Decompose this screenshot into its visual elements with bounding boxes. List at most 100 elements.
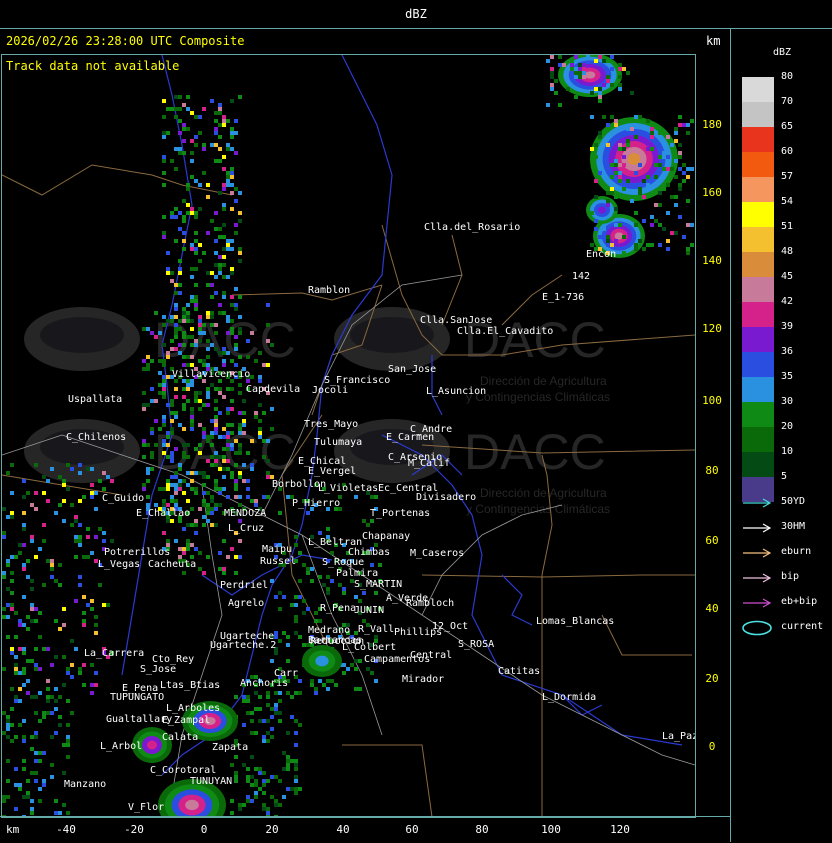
- echo-cell: [270, 715, 274, 719]
- echo-cell: [230, 475, 234, 479]
- echo-cell: [262, 791, 266, 795]
- place-label: Uspallata: [68, 394, 122, 405]
- echo-cell: [46, 711, 50, 715]
- echo-cell: [206, 439, 210, 443]
- echo-cell: [214, 431, 218, 435]
- echo-cell: [14, 807, 18, 811]
- echo-cell: [230, 547, 234, 551]
- echo-cell: [234, 231, 238, 235]
- echo-cell: [190, 159, 194, 163]
- echo-cell: [658, 243, 662, 247]
- echo-cell: [18, 699, 22, 703]
- echo-cell: [170, 107, 174, 111]
- echo-cell: [178, 463, 182, 467]
- echo-cell: [174, 283, 178, 287]
- echo-cell: [682, 171, 686, 175]
- map-canvas[interactable]: DACC DACC Dirección de Agricultura y Con…: [2, 55, 695, 817]
- echo-cell: [206, 511, 210, 515]
- echo-cell: [174, 499, 178, 503]
- echo-cell: [214, 251, 218, 255]
- echo-cell: [22, 567, 26, 571]
- echo-cell: [610, 115, 614, 119]
- echo-cell: [258, 695, 262, 699]
- echo-cell: [182, 319, 186, 323]
- echo-cell: [162, 487, 166, 491]
- echo-cell: [214, 131, 218, 135]
- echo-core: [584, 71, 596, 79]
- place-label: S_Jose: [140, 664, 176, 675]
- echo-cell: [174, 475, 178, 479]
- echo-cell: [226, 387, 230, 391]
- echo-cell: [314, 611, 318, 615]
- echo-cell: [86, 555, 90, 559]
- echo-cell: [326, 679, 330, 683]
- echo-cell: [210, 511, 214, 515]
- echo-cell: [658, 191, 662, 195]
- echo-cell: [10, 579, 14, 583]
- echo-cell: [170, 347, 174, 351]
- radar-map[interactable]: DACC DACC Dirección de Agricultura y Con…: [1, 54, 696, 818]
- place-label: Zapata: [212, 742, 248, 753]
- echo-cell: [274, 631, 278, 635]
- echo-cell: [262, 783, 266, 787]
- echo-cell: [202, 403, 206, 407]
- echo-cell: [14, 611, 18, 615]
- echo-cell: [254, 499, 258, 503]
- echo-cell: [186, 311, 190, 315]
- echo-cell: [214, 459, 218, 463]
- echo-cell: [22, 623, 26, 627]
- echo-cell: [214, 111, 218, 115]
- echo-cell: [686, 131, 690, 135]
- echo-cell: [218, 391, 222, 395]
- echo-cell: [182, 311, 186, 315]
- echo-cell: [682, 123, 686, 127]
- place-label: Perdriel: [220, 580, 268, 591]
- echo-cell: [610, 67, 614, 71]
- echo-cell: [198, 331, 202, 335]
- echo-cell: [50, 735, 54, 739]
- echo-cell: [94, 623, 98, 627]
- echo-cell: [26, 491, 30, 495]
- x-tick-label: -20: [124, 823, 144, 836]
- echo-cell: [178, 151, 182, 155]
- echo-cell: [234, 755, 238, 759]
- echo-cell: [254, 707, 258, 711]
- echo-cell: [194, 295, 198, 299]
- echo-cell: [22, 735, 26, 739]
- echo-cell: [598, 95, 602, 99]
- echo-cell: [598, 235, 602, 239]
- echo-cell: [178, 211, 182, 215]
- echo-cell: [170, 483, 174, 487]
- echo-cell: [174, 411, 178, 415]
- echo-cell: [210, 271, 214, 275]
- x-tick-label: 100: [541, 823, 561, 836]
- echo-cell: [234, 363, 238, 367]
- echo-cell: [278, 719, 282, 723]
- echo-cell: [262, 803, 266, 807]
- echo-cell: [614, 223, 618, 227]
- echo-cell: [182, 199, 186, 203]
- echo-cell: [202, 147, 206, 151]
- echo-cell: [186, 539, 190, 543]
- echo-cell: [182, 103, 186, 107]
- legend-current: current: [741, 620, 831, 636]
- echo-cell: [222, 435, 226, 439]
- echo-cell: [190, 543, 194, 547]
- echo-cell: [226, 411, 230, 415]
- echo-cell: [206, 311, 210, 315]
- legend-track-bip: bip: [741, 571, 831, 585]
- echo-cell: [218, 255, 222, 259]
- echo-cell: [238, 95, 242, 99]
- echo-cell: [30, 659, 34, 663]
- echo-cell: [162, 443, 166, 447]
- echo-cell: [150, 359, 154, 363]
- echo-cell: [218, 159, 222, 163]
- echo-cell: [618, 175, 622, 179]
- echo-cell: [638, 115, 642, 119]
- echo-cell: [10, 651, 14, 655]
- echo-cell: [242, 463, 246, 467]
- echo-cell: [366, 523, 370, 527]
- echo-cell: [78, 499, 82, 503]
- echo-cell: [174, 335, 178, 339]
- echo-cell: [206, 283, 210, 287]
